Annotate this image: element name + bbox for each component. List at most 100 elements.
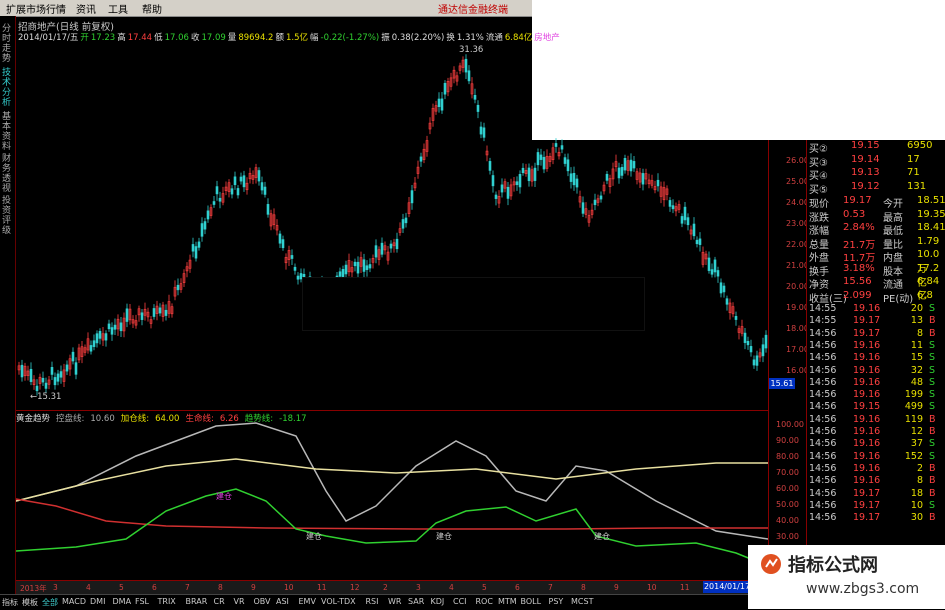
menu-help[interactable]: 帮助	[142, 1, 162, 16]
candle-body	[53, 377, 57, 386]
indicator-tab-17[interactable]: SAR	[408, 597, 424, 606]
candle-body	[176, 284, 180, 291]
candle-body	[443, 82, 447, 95]
candle-body	[620, 167, 624, 176]
bid-label: 买⑤	[809, 184, 828, 196]
tab-rating[interactable]: 投资评级	[2, 196, 13, 236]
candle-body	[476, 104, 480, 112]
candle-body	[35, 385, 39, 392]
info-close: 17.09	[201, 33, 226, 43]
indicator-tab-2[interactable]: 全部	[42, 597, 58, 608]
candle-body	[158, 307, 162, 314]
candle-body	[563, 157, 567, 164]
add-position-line	[16, 458, 768, 502]
indicator-tab-4[interactable]: DMI	[90, 597, 105, 606]
build-position-marker: 建仓	[594, 531, 610, 541]
indicator-tab-19[interactable]: CCI	[453, 597, 467, 606]
candle-body	[233, 176, 237, 186]
candlestick-chart[interactable]	[16, 16, 768, 410]
indicator-tab-16[interactable]: WR	[388, 597, 401, 606]
candle-body	[716, 270, 720, 277]
candle-body	[374, 245, 378, 258]
candle-body	[296, 275, 300, 280]
indicator-tab-3[interactable]: MACD	[62, 597, 86, 606]
time-label: 6	[515, 583, 520, 592]
bid-volume: 17	[907, 153, 920, 165]
indicator-tab-20[interactable]: ROC	[476, 597, 493, 606]
indicator-tab-0[interactable]: 指标	[2, 597, 18, 608]
candle-body	[59, 371, 63, 378]
indicator-tab-9[interactable]: CR	[214, 597, 225, 606]
info-close-label: 收	[190, 33, 200, 43]
trade-volume: 13	[910, 315, 923, 327]
candle-body	[125, 308, 129, 322]
trade-price: 19.17	[853, 499, 881, 511]
menu-extended-market[interactable]: 扩展市场行情	[6, 1, 66, 16]
trade-price: 19.16	[853, 352, 881, 364]
indicator-tab-21[interactable]: MTM	[498, 597, 517, 606]
info-float-label: 流通	[485, 33, 503, 43]
stat-row: 收益(三) 2.099 PE(动) 6.8	[809, 290, 945, 305]
indicator-chart[interactable]: 建仓建仓 建仓 建仓	[16, 411, 768, 580]
indicator-tab-1[interactable]: 模板	[22, 597, 38, 608]
indicator-tab-13[interactable]: EMV	[299, 597, 316, 606]
indicator-tab-14[interactable]: VOL-TDX	[321, 597, 356, 606]
indicator-tab-10[interactable]: VR	[234, 597, 245, 606]
indicator-tab-6[interactable]: FSL	[135, 597, 149, 606]
trade-volume: 8	[916, 475, 923, 487]
candle-body	[242, 175, 246, 188]
menu-tools[interactable]: 工具	[108, 1, 128, 16]
candle-body	[746, 340, 750, 346]
indicator-tab-22[interactable]: BOLL	[521, 597, 542, 606]
menu-news[interactable]: 资讯	[76, 1, 96, 16]
trade-time: 14:56	[809, 401, 837, 413]
candle-body	[566, 159, 570, 172]
bid-row: 买⑤ 19.12 131	[809, 181, 945, 196]
trade-row: 14:56 19.16 199 S	[809, 389, 945, 401]
candle-body	[479, 126, 483, 135]
trade-direction: S	[929, 352, 936, 364]
stat-row: 涨跌 0.53 最高 19.35	[809, 209, 945, 224]
candle-body	[710, 269, 714, 275]
current-price-tag: 15.61	[769, 378, 795, 389]
candle-body	[95, 333, 99, 344]
tab-technical[interactable]: 技术分析	[2, 68, 13, 108]
trade-price: 19.16	[853, 376, 881, 388]
candle-body	[152, 308, 156, 317]
time-label: 7	[185, 583, 190, 592]
tab-profile[interactable]: 基本资料	[2, 112, 13, 152]
indicator-tab-23[interactable]: PSY	[549, 597, 564, 606]
candle-body	[110, 327, 114, 335]
trade-price: 19.16	[853, 364, 881, 376]
control-line	[16, 422, 768, 540]
trade-price: 19.16	[853, 303, 881, 314]
candle-body	[104, 333, 108, 341]
indicator-tab-8[interactable]: BRAR	[186, 597, 208, 606]
indicator-tab-7[interactable]: TRIX	[158, 597, 176, 606]
trade-direction: B	[929, 475, 936, 487]
indicator-tab-12[interactable]: ASI	[276, 597, 289, 606]
tab-intraday[interactable]: 分时走势	[2, 24, 13, 64]
indicator-tab-24[interactable]: MCST	[571, 597, 593, 606]
candle-body	[581, 202, 585, 214]
time-label: 5	[119, 583, 124, 592]
bid-price: 19.15	[851, 140, 880, 151]
tab-finance[interactable]: 财务透视	[2, 154, 13, 194]
candle-body	[239, 176, 243, 182]
candle-body	[278, 233, 282, 244]
ad-text[interactable]: 通达信金融终端	[438, 1, 508, 16]
indicator-tab-15[interactable]: RSI	[366, 597, 379, 606]
candle-body	[164, 309, 168, 316]
trade-time: 14:56	[809, 438, 837, 450]
left-tab-strip: 分时走势 技术分析 基本资料 财务透视 投资评级	[0, 16, 16, 594]
indicator-tab-5[interactable]: DMA	[113, 597, 132, 606]
time-label: 5	[482, 583, 487, 592]
trade-time: 14:56	[809, 487, 837, 499]
info-high-label: 高	[117, 33, 126, 43]
candle-body	[692, 223, 696, 237]
chart-info-line: 2014/01/17/五开 17.23 高 17.44 低 17.06 收 17.09 量 896…	[18, 31, 562, 43]
indicator-tab-18[interactable]: KDJ	[431, 597, 445, 606]
candle-body	[605, 173, 609, 181]
candle-body	[389, 243, 393, 249]
indicator-tab-11[interactable]: OBV	[254, 597, 271, 606]
